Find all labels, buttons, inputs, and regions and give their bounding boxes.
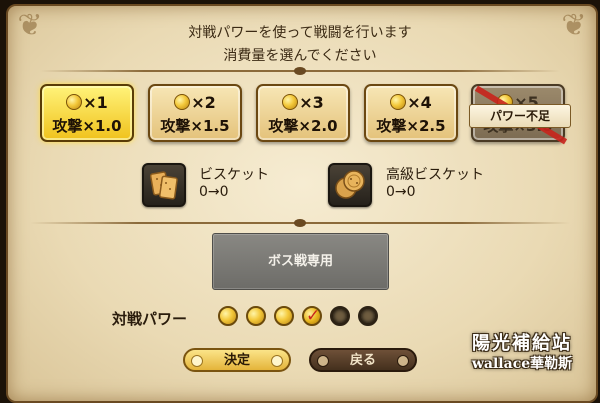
divider-ornament bbox=[294, 67, 306, 75]
item-count-premium-biscuit: 0→0 bbox=[386, 184, 416, 200]
back-button-label: 戻る bbox=[349, 353, 376, 368]
coin-icon bbox=[66, 94, 83, 110]
battle-power-label: 対戦パワー bbox=[112, 310, 188, 328]
spend-option-5: ×5 攻撃×3.0 パワー不足 bbox=[469, 84, 571, 145]
button-cap-right bbox=[397, 355, 409, 367]
button-cap-right bbox=[271, 355, 283, 367]
spend-option-1[interactable]: ×1 攻撃×1.0 bbox=[40, 84, 134, 142]
premium-biscuit-icon[interactable] bbox=[328, 163, 372, 207]
button-cap-left bbox=[191, 355, 203, 367]
item-name-biscuit: ビスケット bbox=[199, 167, 269, 183]
power-slot-empty bbox=[358, 306, 378, 326]
spend-option-3[interactable]: ×3 攻撃×2.0 bbox=[256, 84, 350, 142]
option-multiplier: ×2 bbox=[191, 93, 216, 112]
insufficient-power-badge: パワー不足 bbox=[469, 104, 571, 128]
watermark-line-1: 陽光補給站 bbox=[472, 333, 572, 354]
item-count-biscuit: 0→0 bbox=[199, 184, 229, 200]
confirm-button-label: 決定 bbox=[223, 353, 250, 368]
power-coin bbox=[274, 306, 294, 326]
check-icon: ✓ bbox=[306, 306, 321, 326]
power-coin bbox=[218, 306, 238, 326]
option-attack: 攻撃×2.0 bbox=[268, 117, 338, 135]
power-slot-empty bbox=[330, 306, 350, 326]
power-coin-spend: ✓ bbox=[302, 306, 322, 326]
boss-battle-button: ボス戦専用 bbox=[212, 233, 389, 290]
instruction-line-1: 対戦パワーを使って戦闘を行います bbox=[188, 25, 412, 41]
confirm-button[interactable]: 決定 bbox=[183, 348, 291, 372]
option-attack: 攻撃×1.5 bbox=[160, 117, 230, 135]
option-attack: 攻撃×1.0 bbox=[52, 117, 122, 135]
option-multiplier: ×4 bbox=[407, 93, 432, 112]
coin-icon bbox=[282, 94, 299, 110]
option-attack: 攻撃×2.5 bbox=[376, 117, 446, 135]
spend-option-4[interactable]: ×4 攻撃×2.5 bbox=[364, 84, 458, 142]
divider-ornament bbox=[294, 219, 306, 227]
option-multiplier: ×3 bbox=[299, 93, 324, 112]
biscuit-icon[interactable] bbox=[142, 163, 186, 207]
power-coin bbox=[246, 306, 266, 326]
coin-icon bbox=[174, 94, 191, 110]
item-name-premium-biscuit: 高級ビスケット bbox=[386, 167, 484, 183]
watermark: 陽光補給站 wallace華勒斯 bbox=[447, 333, 597, 373]
coin-icon bbox=[390, 94, 407, 110]
spend-option-2[interactable]: ×2 攻撃×1.5 bbox=[148, 84, 242, 142]
instruction-line-2: 消費量を選んでください bbox=[223, 48, 377, 64]
back-button[interactable]: 戻る bbox=[309, 348, 417, 372]
watermark-line-2: wallace華勒斯 bbox=[471, 356, 573, 372]
button-cap-left bbox=[317, 355, 329, 367]
option-multiplier: ×1 bbox=[83, 93, 108, 112]
